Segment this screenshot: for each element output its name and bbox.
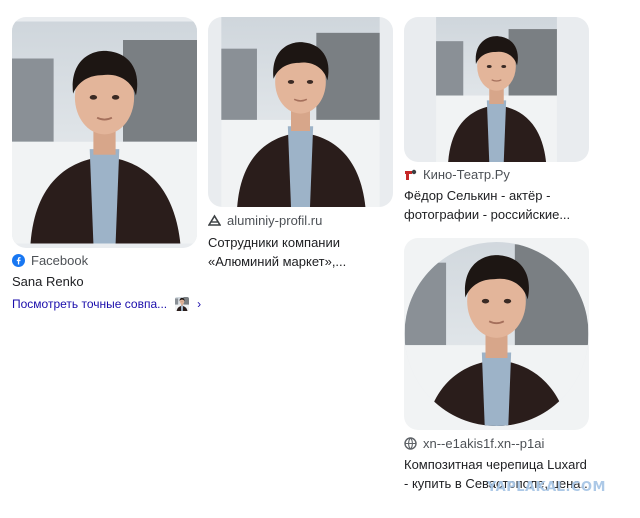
facebook-icon <box>12 254 25 267</box>
title-line-1: Композитная черепица Luxard <box>404 457 587 472</box>
portrait-image <box>220 17 381 207</box>
portrait-image <box>404 242 589 426</box>
exact-matches-label: Посмотреть точные совпа... <box>12 297 168 311</box>
source-name: Кино-Театр.Ру <box>423 167 510 182</box>
result-title[interactable]: Сотрудники компании «Алюминий маркет»,..… <box>208 233 393 271</box>
result-thumbnail[interactable] <box>12 17 197 248</box>
chevron-right-icon[interactable]: › <box>197 297 201 311</box>
portrait-image <box>12 20 197 245</box>
result-source[interactable]: Кино-Театр.Ру <box>404 167 510 182</box>
result-source[interactable]: Facebook <box>12 253 88 268</box>
result-source[interactable]: aluminiy-profil.ru <box>208 213 322 228</box>
result-thumbnail[interactable] <box>208 17 393 207</box>
result-thumbnail[interactable] <box>404 238 589 430</box>
title-line-2: фотографии - российские... <box>404 207 571 222</box>
result-thumbnail[interactable] <box>404 17 589 162</box>
result-title[interactable]: Sana Renko <box>12 272 197 291</box>
title-line-1: Сотрудники компании <box>208 235 340 250</box>
portrait-image <box>435 17 558 162</box>
title-line-1: Sana Renko <box>12 274 84 289</box>
site-watermark: YAPLAKAL.COM <box>487 480 606 495</box>
result-source[interactable]: xn--e1akis1f.xn--p1ai <box>404 436 544 451</box>
title-line-2: «Алюминий маркет»,... <box>208 254 347 269</box>
source-name: aluminiy-profil.ru <box>227 213 323 228</box>
site-logo-icon <box>208 214 221 227</box>
source-name: xn--e1akis1f.xn--p1ai <box>423 436 545 451</box>
exact-matches-link[interactable]: Посмотреть точные совпа... › <box>12 297 201 311</box>
source-name: Facebook <box>31 253 89 268</box>
globe-icon <box>404 437 417 450</box>
result-title[interactable]: Фёдор Селькин - актёр - фотографии - рос… <box>404 186 589 224</box>
kinoteatr-icon <box>404 168 417 181</box>
title-line-1: Фёдор Селькин - актёр - <box>404 188 551 203</box>
thumbnail-mini-icon <box>175 297 189 311</box>
